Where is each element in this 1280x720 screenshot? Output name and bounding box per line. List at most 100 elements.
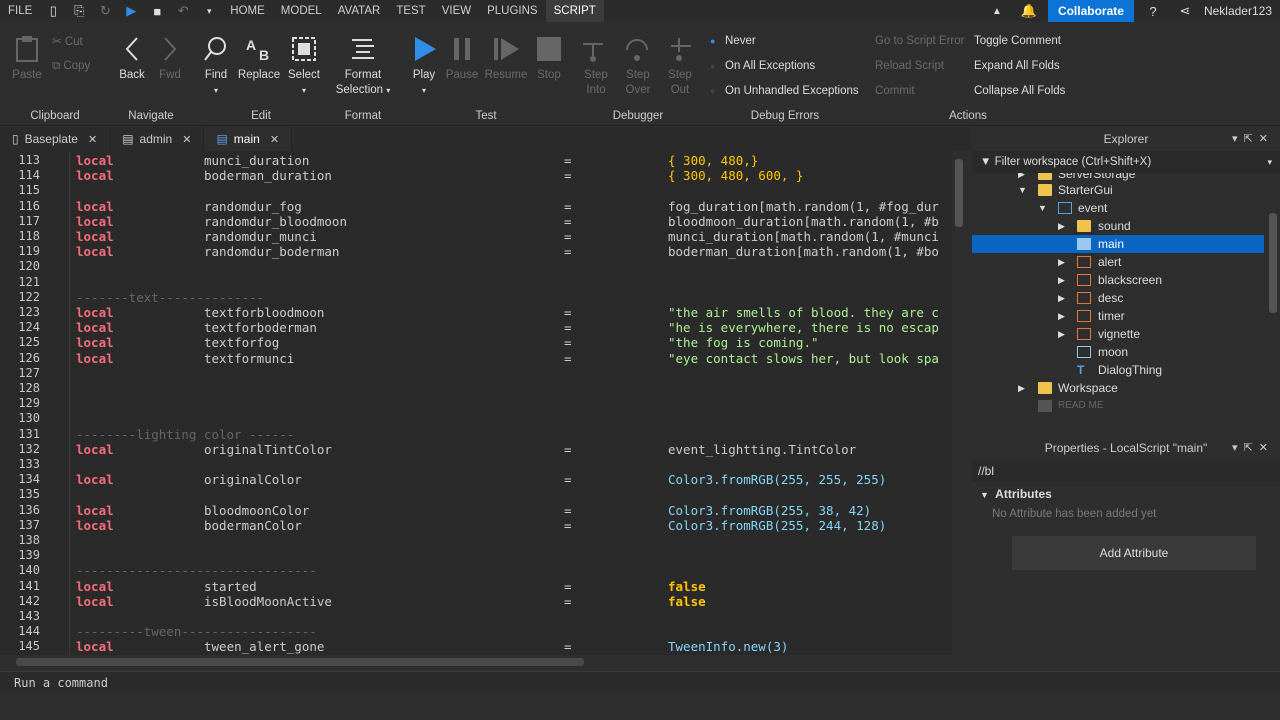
- forward-button[interactable]: Fwd: [154, 34, 186, 83]
- play-icon[interactable]: ▶: [123, 3, 139, 19]
- scroll-thumb[interactable]: [1269, 213, 1277, 313]
- copy-button[interactable]: ⧉ Copy: [52, 60, 90, 73]
- properties-filter[interactable]: //bl: [972, 460, 1280, 482]
- code-line[interactable]: [76, 457, 946, 472]
- code-line[interactable]: local textforfog = "the fog is coming.": [76, 335, 946, 350]
- toggle-comment-button[interactable]: Toggle Comment: [974, 35, 1061, 47]
- select-dropdown-icon[interactable]: ▾: [286, 83, 322, 98]
- find-dropdown-icon[interactable]: ▾: [200, 83, 232, 98]
- step-into-button[interactable]: Step Into: [576, 34, 616, 98]
- expand-arrow-icon[interactable]: ▶: [1058, 253, 1065, 271]
- panel-controls[interactable]: ▾⇱✕: [1232, 127, 1274, 151]
- menu-home[interactable]: HOME: [222, 0, 273, 22]
- tree-item-vignette[interactable]: ▶ vignette: [972, 325, 1264, 343]
- code-line[interactable]: [76, 609, 946, 624]
- explorer-scrollbar[interactable]: [1266, 173, 1280, 423]
- code-line[interactable]: local randomdur_munci = munci_duration[math…: [76, 229, 946, 244]
- tab-main[interactable]: ▤ main ✕: [204, 127, 293, 151]
- play-button[interactable]: Play ▾: [406, 34, 442, 98]
- dropdown-icon[interactable]: ▾: [201, 3, 217, 19]
- unhandled-option[interactable]: ● On Unhandled Exceptions: [710, 85, 859, 97]
- menu-view[interactable]: VIEW: [434, 0, 479, 22]
- tree-item-startergui[interactable]: ▼ StarterGui: [972, 181, 1264, 199]
- code-line[interactable]: local textforbloodmoon = "the air smells of…: [76, 305, 946, 320]
- code-line[interactable]: local munci_duration = { 300, 480,}: [76, 153, 946, 168]
- panel-controls[interactable]: ▾⇱✕: [1232, 436, 1274, 460]
- replace-button[interactable]: AB Replace: [236, 34, 282, 83]
- menu-script[interactable]: SCRIPT: [545, 0, 604, 22]
- expand-folds-button[interactable]: Expand All Folds: [974, 60, 1060, 72]
- code-line[interactable]: [76, 259, 946, 274]
- expand-arrow-icon[interactable]: ▶: [1018, 379, 1025, 397]
- code-line[interactable]: -------text--------------: [76, 290, 946, 305]
- menu-plugins[interactable]: PLUGINS: [479, 0, 546, 22]
- back-button[interactable]: Back: [116, 34, 148, 83]
- add-attribute-button[interactable]: Add Attribute: [1012, 536, 1256, 570]
- code-line[interactable]: [76, 487, 946, 502]
- expand-arrow-icon[interactable]: ▶: [1058, 289, 1065, 307]
- find-button[interactable]: Find ▾: [200, 34, 232, 98]
- tree-item-readme[interactable]: READ ME: [972, 397, 1264, 415]
- refresh-icon[interactable]: ↻: [97, 3, 113, 19]
- code-line[interactable]: local textformunci = "eye contact slows her…: [76, 351, 946, 366]
- expand-arrow-icon[interactable]: ▶: [1058, 325, 1065, 343]
- command-input[interactable]: [0, 672, 1280, 694]
- pause-button[interactable]: Pause: [444, 34, 480, 83]
- undo-icon[interactable]: ↶: [175, 3, 191, 19]
- code-editor[interactable]: 113 114 115 116 117 118 119 120 121 122 123 124 125 1…: [0, 151, 966, 655]
- tree-item-timer[interactable]: ▶ timer: [972, 307, 1264, 325]
- stop-button[interactable]: Stop: [532, 34, 566, 83]
- import-icon[interactable]: ⎘: [71, 3, 87, 19]
- document-icon[interactable]: ▯: [45, 3, 61, 19]
- help-icon[interactable]: ?: [1145, 3, 1161, 19]
- never-option[interactable]: ● Never: [710, 35, 756, 47]
- code-line[interactable]: local tween_alert_gone = TweenInfo.new(3): [76, 639, 946, 654]
- menu-avatar[interactable]: AVATAR: [330, 0, 389, 22]
- goto-error-button[interactable]: Go to Script Error: [875, 35, 964, 47]
- code-line[interactable]: --------------------------------: [76, 563, 946, 578]
- reload-script-button[interactable]: Reload Script: [875, 60, 944, 72]
- format-selection-button[interactable]: Format Selection ▾: [330, 34, 396, 98]
- expand-arrow-icon[interactable]: ▶: [1058, 217, 1065, 235]
- share-icon[interactable]: ⋖: [1177, 3, 1193, 19]
- code-line[interactable]: local randomdur_fog = fog_duration[math.ran…: [76, 199, 946, 214]
- scroll-thumb[interactable]: [955, 159, 963, 227]
- close-icon[interactable]: ✕: [88, 133, 97, 146]
- username[interactable]: Neklader123: [1204, 4, 1272, 18]
- expand-arrow-icon[interactable]: ▶: [1058, 307, 1065, 325]
- tree-item-moon[interactable]: moon: [972, 343, 1264, 361]
- expand-arrow-icon[interactable]: ▶: [1058, 271, 1065, 289]
- code-line[interactable]: [76, 275, 946, 290]
- all-exceptions-option[interactable]: ● On All Exceptions: [710, 60, 815, 72]
- collapse-folds-button[interactable]: Collapse All Folds: [974, 85, 1065, 97]
- tree-item-dialogthing[interactable]: T DialogThing: [972, 361, 1264, 379]
- play-dropdown-icon[interactable]: ▾: [406, 83, 442, 98]
- code-line[interactable]: [76, 411, 946, 426]
- chevron-down-icon[interactable]: ▾: [1267, 151, 1272, 173]
- code-line[interactable]: local textforboderman = "he is everywhere, …: [76, 320, 946, 335]
- code-line[interactable]: local bodermanColor = Color3.fromRGB(255, 2…: [76, 518, 946, 533]
- horizontal-scrollbar[interactable]: [0, 655, 966, 669]
- code-line[interactable]: local originalColor = Color3.fromRGB(255, 2…: [76, 472, 946, 487]
- menu-test[interactable]: TEST: [388, 0, 433, 22]
- attributes-section[interactable]: ▼ Attributes: [972, 482, 1280, 506]
- tab-baseplate[interactable]: ▯ Baseplate ✕: [0, 127, 111, 151]
- code-line[interactable]: local isBloodMoonActive = false: [76, 594, 946, 609]
- code-line[interactable]: --------lighting color ------: [76, 427, 946, 442]
- tree-item-blackscreen[interactable]: ▶ blackscreen: [972, 271, 1264, 289]
- close-icon[interactable]: ✕: [270, 133, 279, 146]
- tree-item-sound[interactable]: ▶ sound: [972, 217, 1264, 235]
- menu-file[interactable]: FILE: [0, 0, 40, 22]
- stop-icon[interactable]: ■: [149, 3, 165, 19]
- resume-button[interactable]: Resume: [484, 34, 528, 83]
- paste-button[interactable]: Paste: [10, 34, 44, 83]
- cut-button[interactable]: ✂ Cut: [52, 34, 83, 48]
- code-line[interactable]: local started = false: [76, 579, 946, 594]
- tree-item-workspace[interactable]: ▶ Workspace: [972, 379, 1264, 397]
- code-line[interactable]: local originalTintColor = event_lightting.T…: [76, 442, 946, 457]
- select-button[interactable]: Select ▾: [286, 34, 322, 98]
- code-line[interactable]: local randomdur_boderman = boderman_duratio…: [76, 244, 946, 259]
- chevron-up-icon[interactable]: ▲: [989, 3, 1005, 19]
- step-out-button[interactable]: Step Out: [660, 34, 700, 98]
- code-line[interactable]: [76, 381, 946, 396]
